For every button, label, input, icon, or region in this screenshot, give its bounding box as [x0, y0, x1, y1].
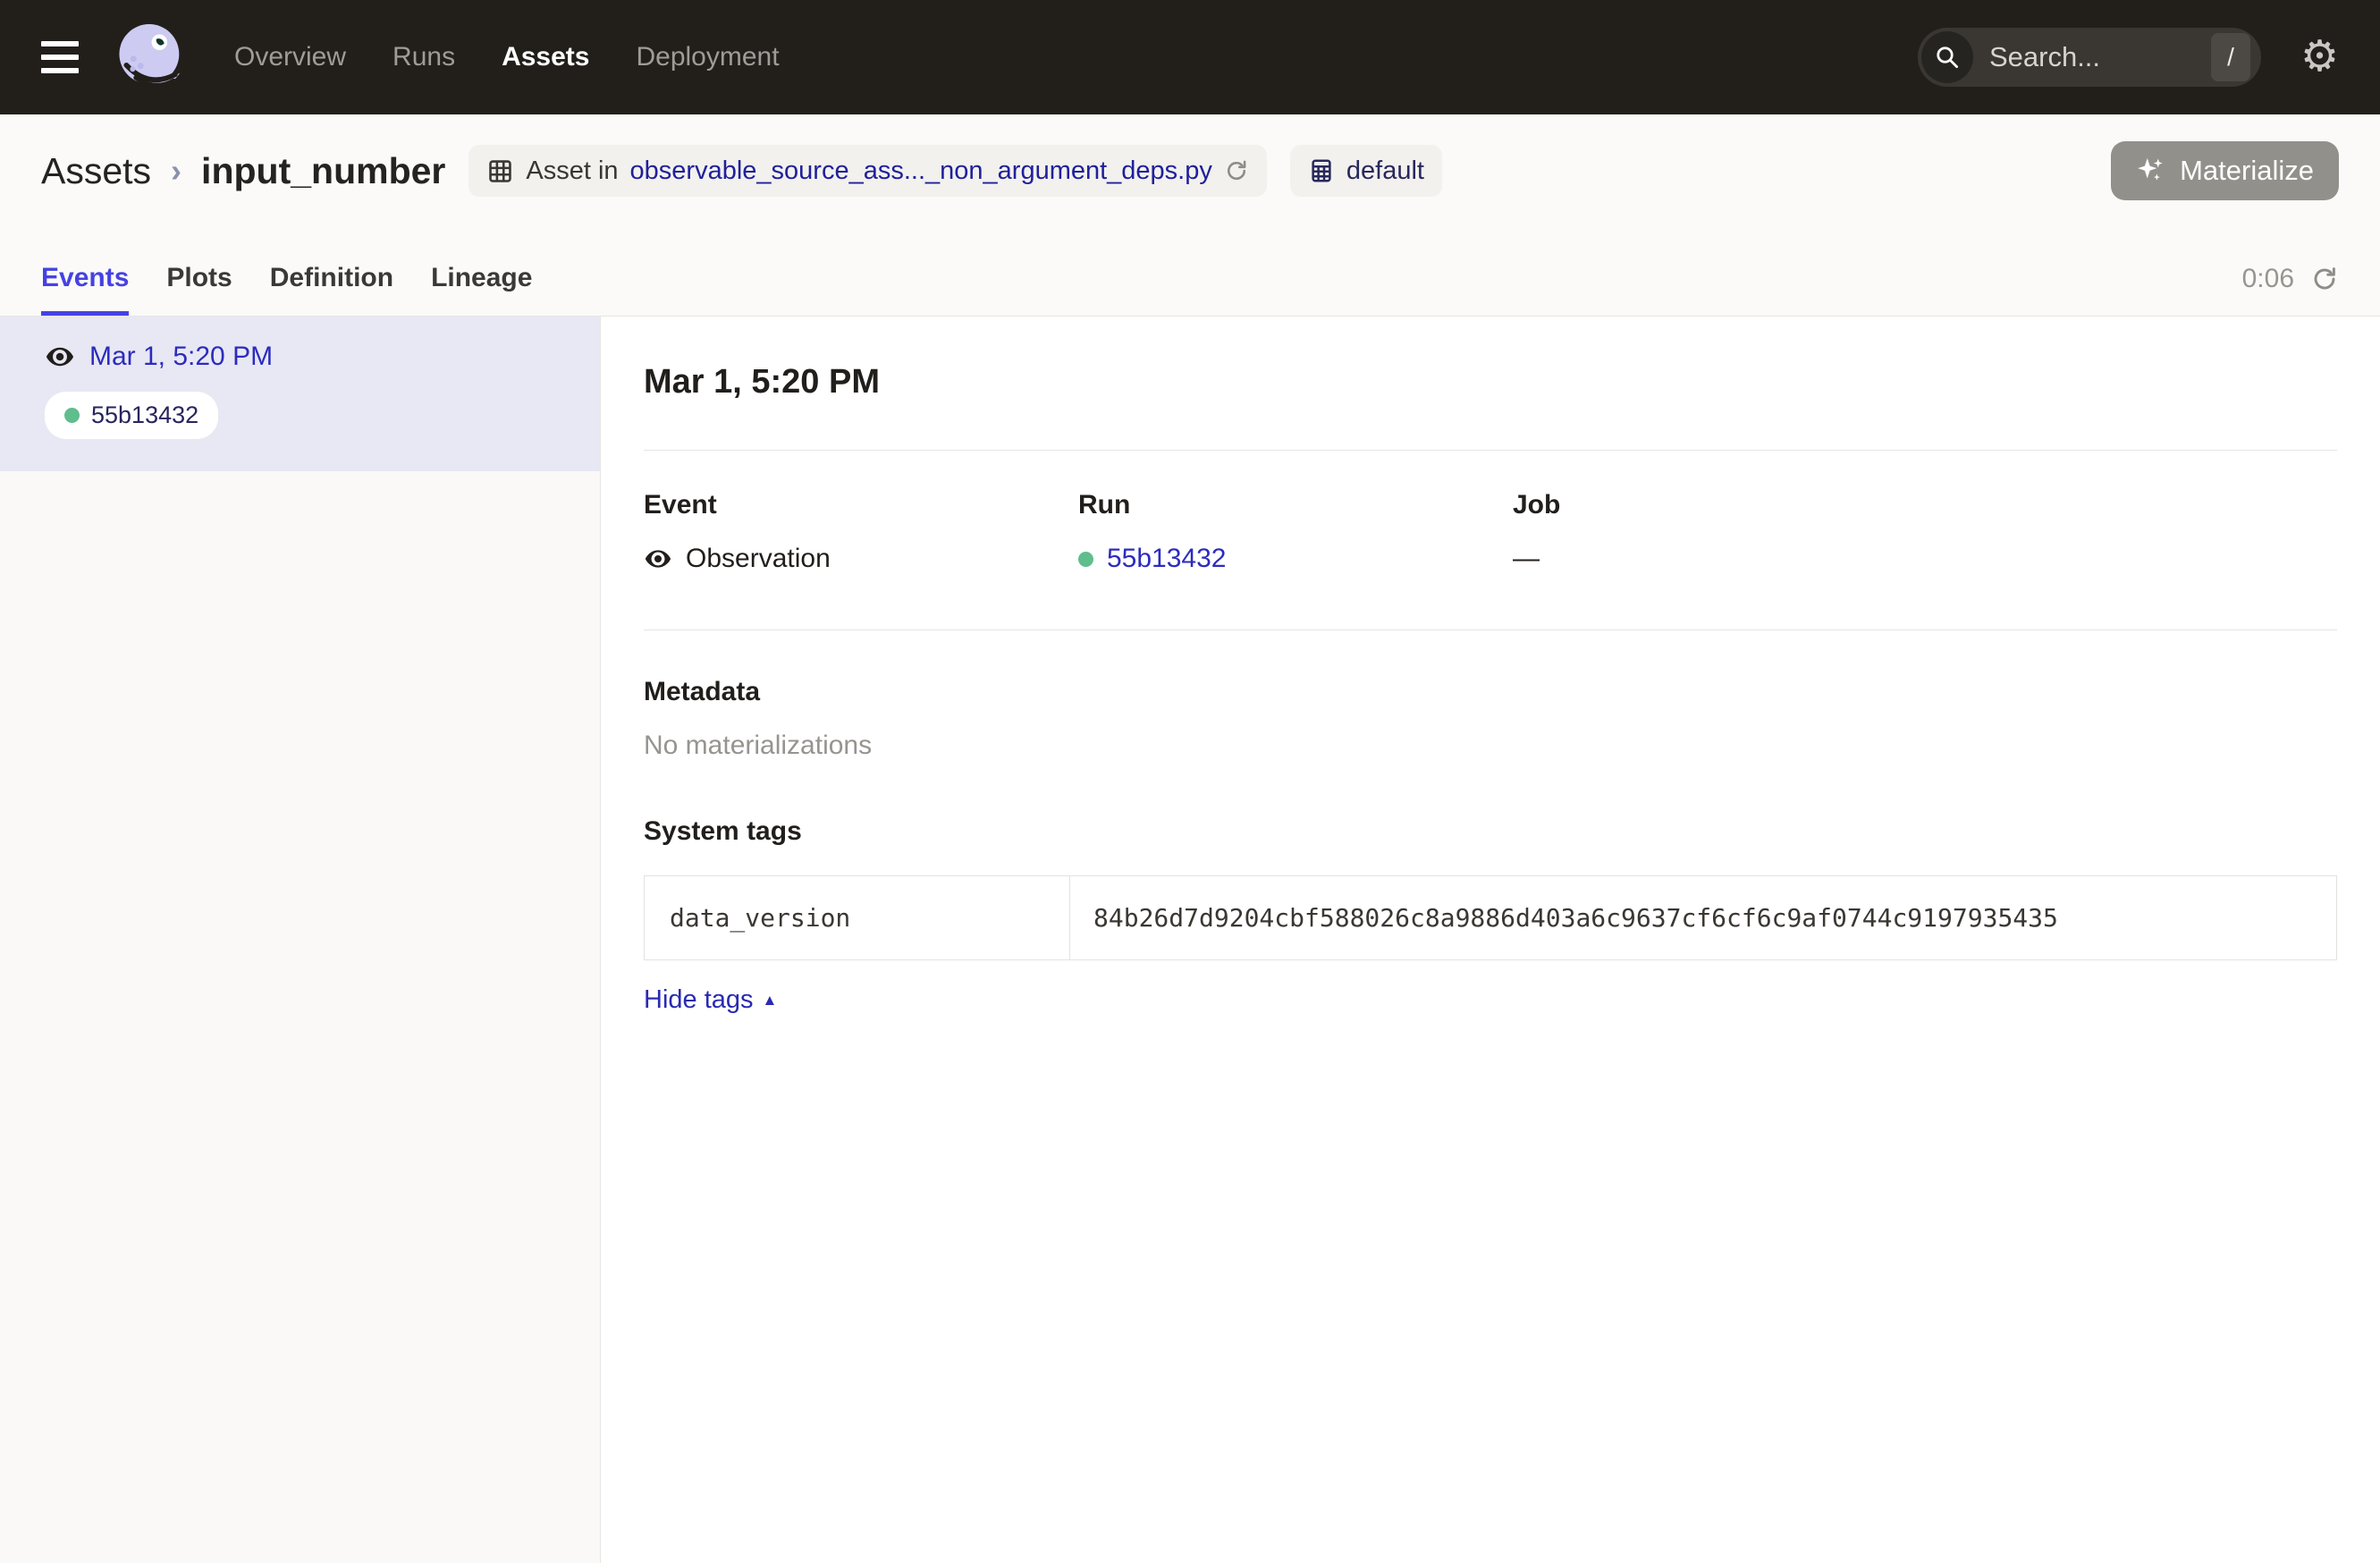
nav-item-runs[interactable]: Runs	[392, 42, 455, 72]
global-search[interactable]: /	[1918, 28, 2261, 87]
dagster-asset-page: Overview Runs Assets Deployment / ⚙ Asse…	[0, 0, 2380, 1563]
caret-up-icon: ▲	[763, 992, 778, 1010]
nav-item-deployment[interactable]: Deployment	[636, 42, 779, 72]
hamburger-menu-icon[interactable]	[41, 41, 79, 73]
materialize-button[interactable]: Materialize	[2111, 141, 2339, 200]
materialize-label: Materialize	[2180, 155, 2314, 187]
job-column: Job —	[1513, 490, 2337, 574]
chevron-right-icon: ›	[171, 152, 181, 190]
divider	[644, 629, 2337, 630]
run-status-dot	[64, 408, 80, 423]
event-type-value: Observation	[644, 544, 1078, 574]
search-icon	[1921, 31, 1973, 83]
refresh-timer-area: 0:06	[2242, 264, 2339, 316]
repository-icon	[1308, 157, 1335, 184]
event-detail-panel: Mar 1, 5:20 PM Event Observation Run	[601, 317, 2380, 1563]
event-summary-columns: Event Observation Run 55b13432	[644, 490, 2337, 574]
asset-definition-file-link[interactable]: observable_source_ass..._non_argument_de…	[630, 156, 1212, 186]
event-column-label: Event	[644, 490, 1078, 520]
asset-in-label: Asset in	[526, 156, 618, 186]
job-column-label: Job	[1513, 490, 2337, 520]
event-title: Mar 1, 5:20 PM	[644, 363, 2337, 401]
observation-eye-icon	[45, 342, 75, 372]
event-column: Event Observation	[644, 490, 1078, 574]
metadata-empty-text: No materializations	[644, 731, 2337, 761]
event-list-sidebar: Mar 1, 5:20 PM 55b13432	[0, 317, 601, 1563]
run-status-dot	[1078, 552, 1093, 567]
nav-item-overview[interactable]: Overview	[234, 42, 346, 72]
dagster-logo-icon[interactable]	[109, 18, 188, 97]
observation-eye-icon	[644, 545, 672, 573]
reload-definition-icon[interactable]	[1224, 158, 1249, 183]
tag-key-cell: data_version	[645, 876, 1070, 959]
top-navbar: Overview Runs Assets Deployment / ⚙	[0, 0, 2380, 114]
event-type-text: Observation	[686, 544, 831, 574]
tab-events[interactable]: Events	[41, 263, 129, 316]
run-column: Run 55b13432	[1078, 490, 1513, 574]
repository-pill: default	[1290, 145, 1442, 197]
breadcrumb: Assets › input_number	[41, 150, 445, 192]
content-area: Mar 1, 5:20 PM 55b13432 Mar 1, 5:20 PM E…	[0, 317, 2380, 1563]
asset-definition-pill: Asset in observable_source_ass..._non_ar…	[468, 145, 1267, 197]
asset-tabs: Events Plots Definition Lineage	[41, 263, 532, 316]
event-date-link[interactable]: Mar 1, 5:20 PM	[89, 342, 273, 372]
tab-definition[interactable]: Definition	[270, 263, 393, 316]
refresh-countdown: 0:06	[2242, 264, 2294, 294]
asset-table-icon	[486, 157, 514, 185]
tab-lineage[interactable]: Lineage	[431, 263, 532, 316]
run-column-label: Run	[1078, 490, 1513, 520]
asset-header: Assets › input_number Asset in observabl…	[0, 114, 2380, 227]
hide-tags-label: Hide tags	[644, 985, 754, 1015]
metadata-heading: Metadata	[644, 677, 2337, 707]
breadcrumb-assets-link[interactable]: Assets	[41, 150, 151, 192]
event-run-badge[interactable]: 55b13432	[45, 392, 218, 439]
event-run-id: 55b13432	[91, 401, 198, 429]
search-input[interactable]	[1989, 41, 2211, 73]
sparkle-icon	[2136, 156, 2166, 186]
asset-tabs-bar: Events Plots Definition Lineage 0:06	[0, 227, 2380, 317]
run-id-link[interactable]: 55b13432	[1107, 544, 1226, 574]
navbar-right: / ⚙	[1918, 28, 2339, 87]
system-tags-table: data_version 84b26d7d9204cbf588026c8a988…	[644, 875, 2337, 960]
job-value: —	[1513, 544, 2337, 574]
hide-tags-link[interactable]: Hide tags ▲	[644, 985, 777, 1015]
tag-value-cell: 84b26d7d9204cbf588026c8a9886d403a6c9637c…	[1070, 876, 2336, 959]
breadcrumb-asset-name: input_number	[201, 150, 445, 192]
tab-plots[interactable]: Plots	[166, 263, 232, 316]
primary-nav: Overview Runs Assets Deployment	[234, 42, 780, 72]
repository-name[interactable]: default	[1346, 156, 1424, 186]
refresh-icon[interactable]	[2310, 265, 2339, 293]
event-list-item[interactable]: Mar 1, 5:20 PM 55b13432	[0, 317, 600, 471]
system-tags-heading: System tags	[644, 816, 2337, 847]
divider	[644, 450, 2337, 451]
search-shortcut-key: /	[2211, 33, 2250, 81]
nav-item-assets[interactable]: Assets	[502, 42, 589, 72]
settings-gear-icon[interactable]: ⚙	[2300, 36, 2339, 79]
